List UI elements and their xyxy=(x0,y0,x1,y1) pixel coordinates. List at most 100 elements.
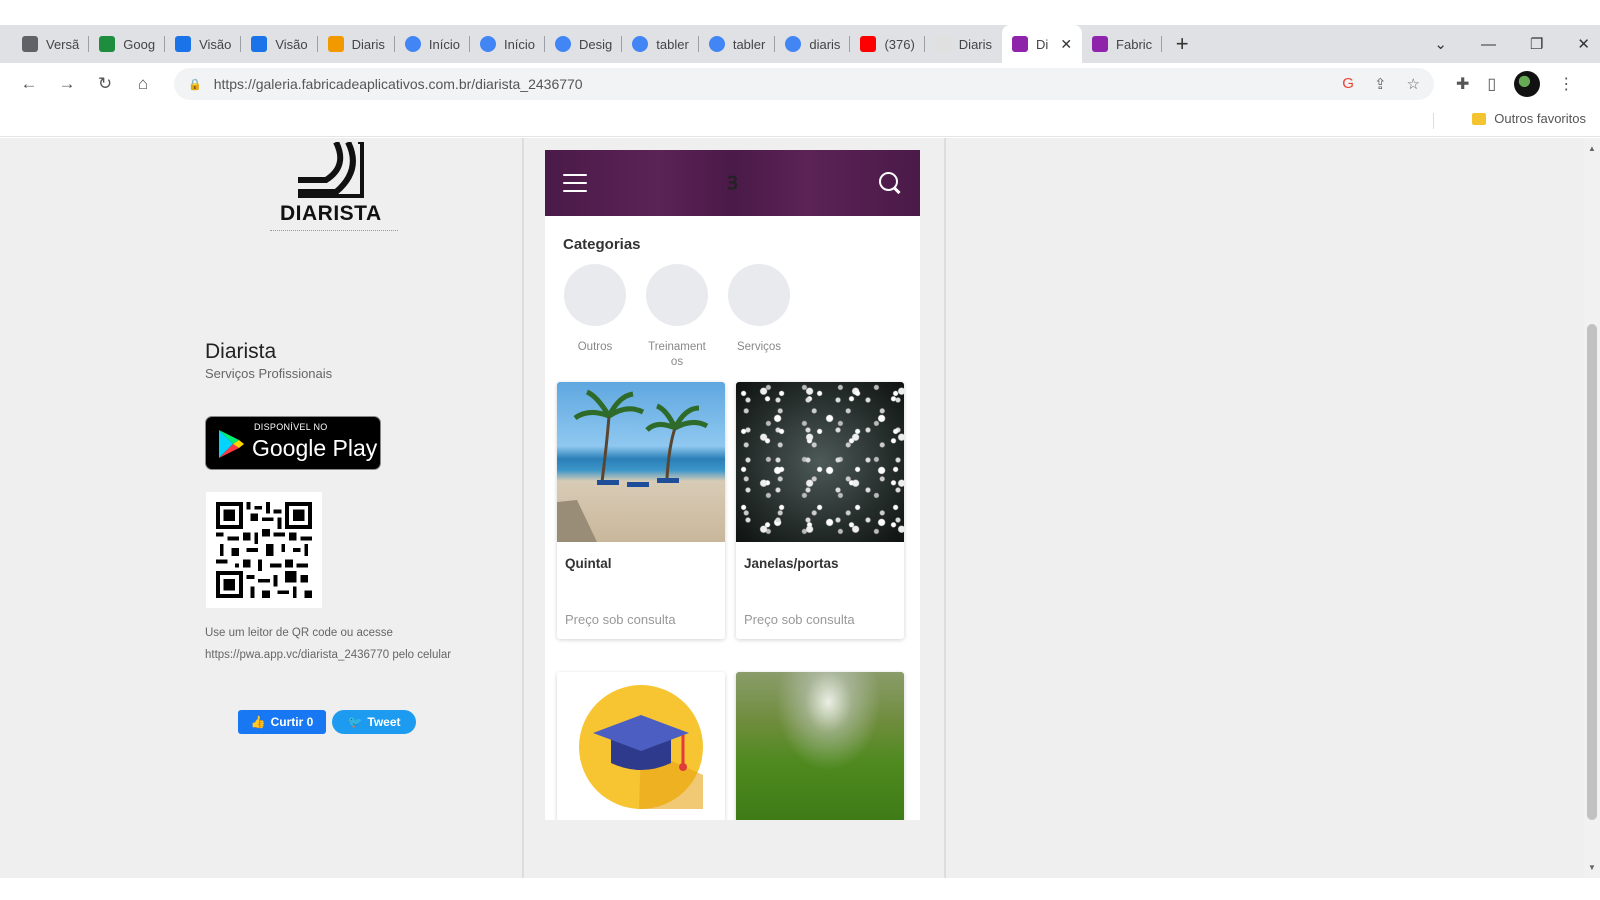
product-card[interactable] xyxy=(736,672,904,820)
top-strip xyxy=(0,0,1600,25)
tab-favicon-icon xyxy=(479,36,496,52)
tab-label: Início xyxy=(428,36,460,52)
tab-3[interactable]: Visão xyxy=(165,25,242,63)
bookmark-folder-other[interactable]: Outros favoritos xyxy=(1472,111,1586,126)
left-info-panel: DIARISTA Diarista Serviços Profissionais… xyxy=(0,138,520,878)
tab-15[interactable]: Fabric xyxy=(1082,25,1163,63)
tweet-label: Tweet xyxy=(367,715,401,729)
google-lens-icon[interactable]: G xyxy=(1342,75,1354,93)
product-image xyxy=(736,382,904,542)
divider xyxy=(944,138,946,878)
tab-favicon-icon xyxy=(22,36,38,52)
reload-icon[interactable]: ↻ xyxy=(92,71,118,97)
page-scrollbar[interactable]: ▲ ▼ xyxy=(1584,138,1600,878)
tab-10[interactable]: tabler xyxy=(699,25,776,63)
product-card[interactable] xyxy=(557,672,725,820)
address-bar[interactable]: 🔒 https://galeria.fabricadeaplicativos.c… xyxy=(174,68,1434,100)
category-image xyxy=(646,264,708,326)
bottom-strip xyxy=(0,878,1600,900)
app-header-logo: Ɜ xyxy=(727,173,738,193)
tab-8[interactable]: Desig xyxy=(545,25,623,63)
tab-label: Desig xyxy=(579,36,613,52)
tab-12[interactable]: (376) xyxy=(850,25,925,63)
category-label: Outros xyxy=(577,341,613,353)
tab-favicon-icon xyxy=(1092,36,1109,52)
tab-favicon-icon xyxy=(934,36,951,52)
tab-label: Di xyxy=(1036,36,1049,52)
home-icon[interactable]: ⌂ xyxy=(130,71,156,97)
tab-label: tabler xyxy=(732,36,766,52)
close-tab-icon[interactable]: ✕ xyxy=(1060,36,1072,53)
product-price: Preço sob consulta xyxy=(565,612,676,627)
tab-favicon-icon xyxy=(555,36,572,52)
gplay-big-text: Google Play xyxy=(252,435,378,461)
tab-13[interactable]: Diaris xyxy=(925,25,1002,63)
new-tab-button[interactable]: + xyxy=(1168,30,1196,58)
bookmark-star-icon[interactable]: ☆ xyxy=(1407,75,1420,93)
url-text: https://galeria.fabricadeaplicativos.com… xyxy=(213,76,583,92)
tab-label: Início xyxy=(503,36,536,52)
logo-mark-icon xyxy=(298,142,364,198)
tab-active[interactable]: Di ✕ xyxy=(1002,25,1083,63)
back-icon[interactable]: ← xyxy=(16,71,42,97)
tab-6[interactable]: Início xyxy=(395,25,470,63)
tab-5[interactable]: Diaris xyxy=(318,25,395,63)
tab-9[interactable]: tabler xyxy=(622,25,699,63)
category-label: Serviços xyxy=(736,341,782,353)
tab-favicon-icon xyxy=(175,36,192,52)
forward-icon[interactable]: → xyxy=(54,71,80,97)
tab-favicon-icon xyxy=(251,36,268,52)
scrollbar-thumb[interactable] xyxy=(1587,324,1597,820)
close-window-icon[interactable]: ✕ xyxy=(1577,35,1590,53)
tab-label: Diaris xyxy=(958,36,993,52)
tab-label: Versã xyxy=(46,36,80,52)
tab-label: Fabric xyxy=(1116,36,1153,52)
product-price: Preço sob consulta xyxy=(744,612,855,627)
scroll-down-icon[interactable]: ▼ xyxy=(1588,863,1596,872)
extensions-icon[interactable]: ✚ xyxy=(1456,74,1469,94)
scroll-up-icon[interactable]: ▲ xyxy=(1588,144,1596,153)
product-card[interactable]: Quintal Preço sob consulta xyxy=(557,382,725,639)
logo-text: DIARISTA xyxy=(280,202,382,225)
category-label: Treinamentos xyxy=(648,341,706,368)
categories-title: Categorias xyxy=(563,236,641,253)
tab-favicon-icon xyxy=(404,36,421,52)
twitter-bird-icon: 🐦 xyxy=(347,715,363,729)
category-treinamentos[interactable]: Treinamentos xyxy=(645,264,709,370)
tab-label: tabler xyxy=(656,36,689,52)
side-panel-icon[interactable]: ▯ xyxy=(1487,74,1496,94)
tab-1[interactable]: Versã xyxy=(12,25,90,63)
tab-label: Visão xyxy=(275,36,308,52)
tweet-button[interactable]: 🐦 Tweet xyxy=(332,710,416,734)
tab-label: Visão xyxy=(199,36,232,52)
minimize-icon[interactable]: — xyxy=(1481,36,1496,53)
tab-4[interactable]: Visão xyxy=(241,25,318,63)
menu-kebab-icon[interactable]: ⋮ xyxy=(1558,74,1574,94)
gplay-small-text: DISPONÍVEL NO xyxy=(254,422,328,432)
hamburger-menu-icon[interactable] xyxy=(563,174,587,192)
app-preview: Ɜ Categorias Outros Treinamentos Serviço… xyxy=(545,150,920,820)
profile-avatar[interactable] xyxy=(1514,71,1541,97)
tab-7[interactable]: Início xyxy=(470,25,546,63)
share-icon[interactable]: ⇪ xyxy=(1374,75,1387,93)
category-image xyxy=(728,264,790,326)
facebook-like-button[interactable]: 👍 Curtir 0 xyxy=(238,710,326,734)
category-servicos[interactable]: Serviços xyxy=(727,264,791,355)
google-play-badge[interactable]: DISPONÍVEL NO Google Play xyxy=(205,416,381,470)
palm-trees-image xyxy=(557,389,709,542)
tab-2[interactable]: Goog xyxy=(89,25,166,63)
product-card[interactable]: Janelas/portas Preço sob consulta xyxy=(736,382,904,639)
lock-icon[interactable]: 🔒 xyxy=(188,78,202,91)
tab-strip: Versã Goog Visão Visão Diaris Início Iní… xyxy=(0,25,1600,63)
search-icon[interactable] xyxy=(878,171,902,195)
restore-icon[interactable]: ❐ xyxy=(1530,35,1543,53)
tab-search-icon[interactable]: ⌄ xyxy=(1434,35,1447,53)
youtube-icon xyxy=(860,36,877,52)
category-outros[interactable]: Outros xyxy=(563,264,627,355)
product-image xyxy=(736,672,904,820)
tab-11[interactable]: diaris xyxy=(775,25,851,63)
fb-like-label: Curtir 0 xyxy=(270,715,314,729)
google-play-icon xyxy=(219,430,244,458)
tab-favicon-icon xyxy=(327,36,344,52)
tab-favicon-icon xyxy=(99,36,116,52)
